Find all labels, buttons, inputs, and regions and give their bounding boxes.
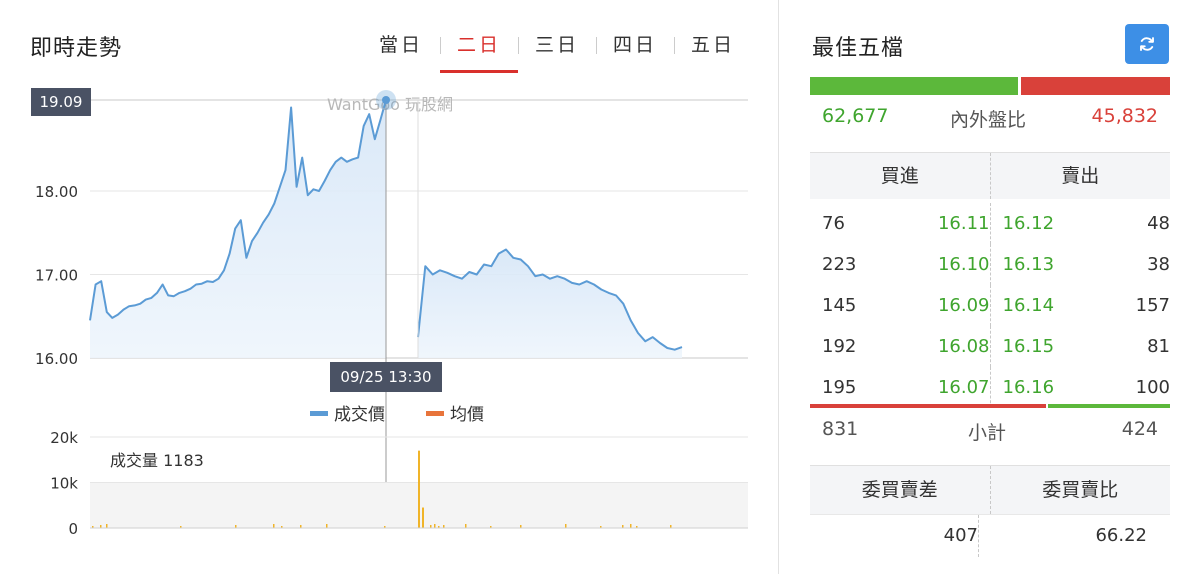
committee-row: 407 66.22 — [810, 514, 1170, 557]
price-series-day2-area — [418, 249, 682, 358]
order-book-body: 76 16.11 16.12 48 223 16.10 16.13 38 145… — [810, 199, 1170, 408]
ask-volume: 100 — [1135, 377, 1170, 398]
legend-swatch-price — [310, 411, 328, 416]
buy-header: 買進 — [880, 165, 919, 187]
volume-label: 成交量 1183 — [110, 451, 204, 470]
book-ratio-strip — [810, 404, 1170, 408]
ask-price: 16.15 — [989, 326, 1083, 367]
volume-bar — [273, 524, 275, 528]
volume-bar — [465, 524, 467, 528]
subtotal-buy: 831 — [822, 418, 859, 440]
crosshair-dot — [382, 96, 390, 104]
ask-price: 16.13 — [989, 244, 1083, 285]
ask-volume: 157 — [1135, 295, 1170, 316]
outer-ratio-fill — [1021, 77, 1170, 95]
ask-price: 16.16 — [989, 367, 1083, 408]
ask-volume: 81 — [1147, 336, 1170, 357]
table-row: 76 16.11 16.12 48 — [810, 199, 1170, 244]
committee-diff-value: 407 — [943, 525, 978, 546]
subtotal-sell: 424 — [1121, 418, 1158, 440]
refresh-icon — [1140, 37, 1154, 51]
subtotal-row: 831 小計 424 — [810, 418, 1170, 448]
bid-price: 16.09 — [937, 295, 990, 316]
outer-volume: 45,832 — [1091, 105, 1158, 127]
legend-avg: 均價 — [450, 405, 484, 425]
inner-outer-ratio-bar — [810, 77, 1170, 95]
crosshair-price-label: 19.09 — [40, 93, 83, 111]
ask-volume: 38 — [1147, 254, 1170, 275]
legend-swatch-avg — [426, 411, 444, 416]
committee-diff-header: 委買賣差 — [861, 479, 938, 501]
table-row: 145 16.09 16.14 157 — [810, 285, 1170, 326]
bid-volume: 223 — [822, 254, 857, 275]
intraday-panel: 即時走勢 當日 二日 三日 四日 五日 WantGoo 玩股網 18.00 17.… — [0, 0, 779, 574]
bid-price: 16.11 — [937, 213, 990, 234]
price-series-day1-area — [90, 100, 386, 358]
committee-ratio-header: 委買賣比 — [989, 466, 1171, 514]
bid-volume: 192 — [822, 336, 857, 357]
ask-price: 16.14 — [989, 285, 1083, 326]
inner-outer-row: 62,677 內外盤比 45,832 — [810, 105, 1170, 133]
price-volume-chart[interactable]: WantGoo 玩股網 18.0017.0016.00 19.09 09/25 … — [0, 0, 778, 574]
volume-bar — [422, 507, 424, 528]
inner-volume: 62,677 — [822, 105, 889, 127]
volume-bar — [630, 524, 632, 528]
price-tick-label: 18.00 — [35, 183, 78, 201]
bid-price: 16.07 — [937, 377, 990, 398]
bid-price: 16.08 — [937, 336, 990, 357]
subtotal-label: 小計 — [968, 422, 1007, 444]
crosshair-time-label: 09/25 13:30 — [340, 368, 431, 386]
price-tick-label: 16.00 — [35, 350, 78, 368]
volume-tick-label: 0 — [68, 520, 78, 538]
bid-volume: 76 — [822, 213, 845, 234]
order-book-panel: 最佳五檔 62,677 內外盤比 45,832 買進 賣出 76 16.11 1… — [780, 0, 1200, 574]
book-strip-green — [1048, 404, 1170, 408]
volume-bar — [326, 524, 328, 528]
table-row: 192 16.08 16.15 81 — [810, 326, 1170, 367]
table-row: 223 16.10 16.13 38 — [810, 244, 1170, 285]
table-row: 195 16.07 16.16 100 — [810, 367, 1170, 408]
chart-legend: 成交價 均價 — [310, 405, 484, 425]
inner-outer-label: 內外盤比 — [950, 109, 1027, 131]
ask-volume: 48 — [1147, 213, 1170, 234]
committee-table: 委買賣差 委買賣比 407 66.22 — [810, 465, 1170, 557]
volume-tick-label: 20k — [50, 429, 78, 447]
volume-bar — [434, 524, 436, 528]
volume-bar — [565, 524, 567, 528]
sell-header: 賣出 — [989, 153, 1171, 199]
order-book-table: 買進 賣出 76 16.11 16.12 48 223 16.10 16.13 … — [810, 152, 1170, 408]
refresh-button[interactable] — [1125, 24, 1169, 64]
price-tick-label: 17.00 — [35, 267, 78, 285]
committee-ratio-value: 66.22 — [978, 515, 1147, 557]
bid-price: 16.10 — [937, 254, 990, 275]
legend-price: 成交價 — [334, 405, 385, 425]
volume-bar — [106, 524, 108, 528]
volume-bar — [418, 450, 420, 528]
volume-tick-label: 10k — [50, 475, 78, 493]
order-book-header: 買進 賣出 — [810, 152, 1170, 199]
order-book-title: 最佳五檔 — [812, 36, 905, 61]
ask-price: 16.12 — [989, 203, 1083, 244]
bid-volume: 145 — [822, 295, 857, 316]
book-strip-red — [810, 404, 1046, 408]
inner-ratio-fill — [810, 77, 1019, 95]
bid-volume: 195 — [822, 377, 857, 398]
committee-header: 委買賣差 委買賣比 — [810, 465, 1170, 514]
